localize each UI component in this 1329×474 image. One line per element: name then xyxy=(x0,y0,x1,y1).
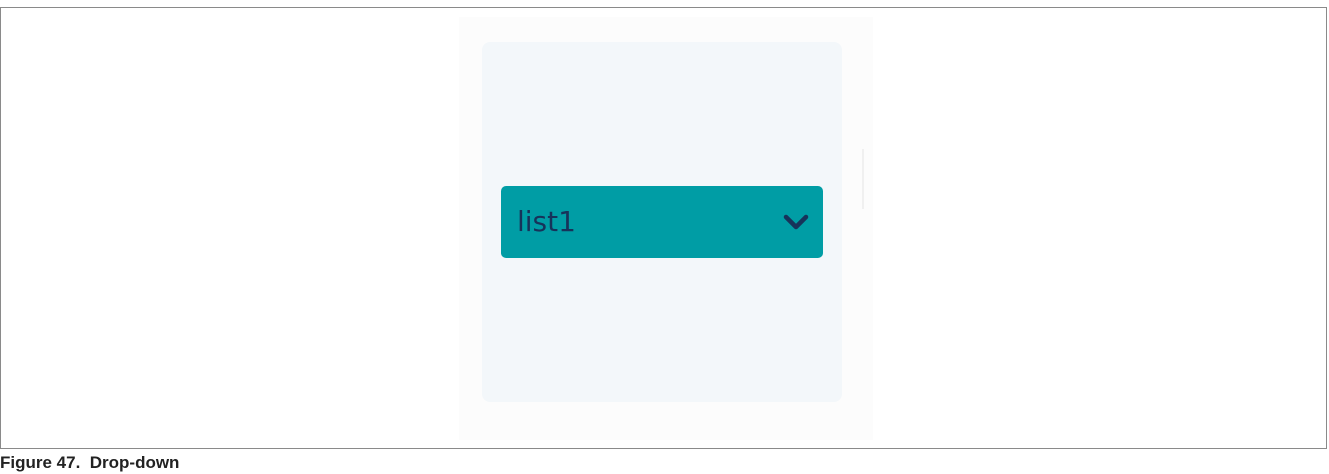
dropdown-selected-value: list1 xyxy=(517,205,576,238)
figure-caption: Figure 47. Drop-down xyxy=(0,453,180,472)
chevron-down-icon[interactable] xyxy=(781,208,811,236)
ui-screenshot: list1 xyxy=(459,17,873,440)
panel-edge-divider xyxy=(862,149,864,209)
widget-panel: list1 xyxy=(482,42,842,402)
figure-frame: list1 xyxy=(0,7,1327,449)
list-dropdown[interactable]: list1 xyxy=(501,186,823,258)
